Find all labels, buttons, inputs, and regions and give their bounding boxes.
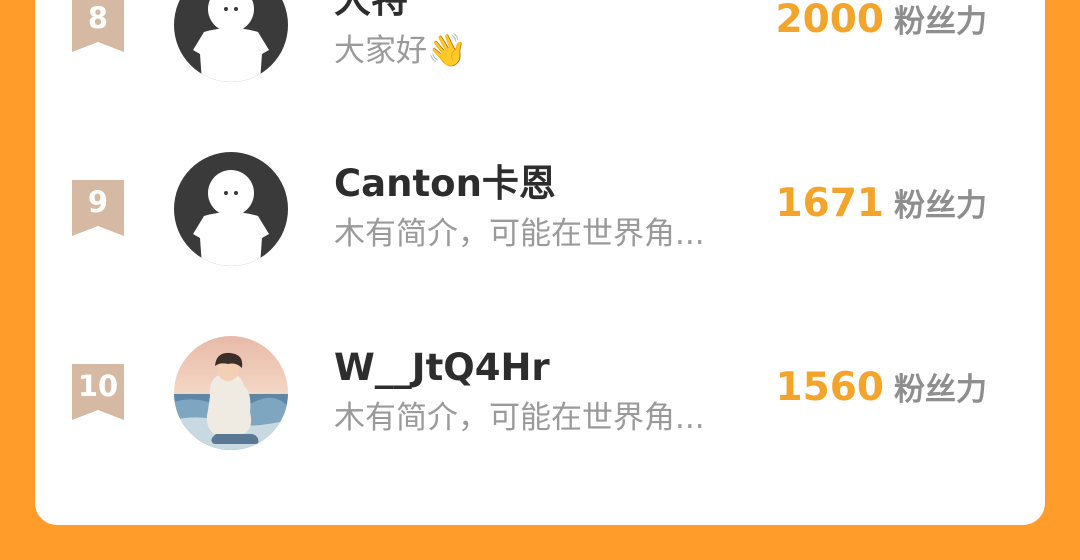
leaderboard-row[interactable]: 9 Canton卡恩 木有简介，可能在世界角... 1671 粉丝力	[35, 144, 1045, 274]
user-bio: 木有简介，可能在世界角...	[334, 400, 705, 436]
score-value: 1560	[775, 365, 884, 410]
rank-number: 8	[87, 1, 109, 35]
user-name[interactable]: Canton卡恩	[334, 160, 556, 208]
rank-number: 10	[77, 369, 119, 403]
user-name[interactable]: W__JtQ4Hr	[334, 344, 550, 392]
leaderboard-row[interactable]: 10 W__JtQ4Hr 木有简介，可能在世界角... 1560 粉丝力	[35, 328, 1045, 458]
leaderboard-row[interactable]: 8 大特 大家好👋 2000 粉丝力	[35, 0, 1045, 90]
score-value: 1671	[775, 181, 884, 226]
score-label: 粉丝力	[894, 372, 987, 408]
rank-badge: 10	[72, 364, 124, 420]
rank-number: 9	[87, 185, 109, 219]
user-photo-icon	[174, 336, 288, 450]
user-bio: 木有简介，可能在世界角...	[334, 216, 705, 252]
default-avatar-icon	[174, 0, 288, 82]
default-avatar-icon	[174, 152, 288, 266]
rank-badge: 9	[72, 180, 124, 236]
score-label: 粉丝力	[894, 188, 987, 224]
fan-score: 2000 粉丝力	[775, 0, 987, 51]
fan-score: 1671 粉丝力	[775, 180, 987, 235]
score-label: 粉丝力	[894, 4, 987, 40]
avatar[interactable]	[174, 152, 288, 266]
fan-score: 1560 粉丝力	[775, 364, 987, 419]
score-value: 2000	[775, 0, 884, 42]
user-name[interactable]: 大特	[334, 0, 408, 24]
avatar[interactable]	[174, 0, 288, 82]
user-bio: 大家好👋	[334, 28, 467, 73]
leaderboard-card: 8 大特 大家好👋 2000 粉丝力 9	[35, 0, 1045, 525]
bio-text: 大家好	[334, 33, 427, 69]
waving-hand-icon: 👋	[427, 31, 467, 69]
rank-badge: 8	[72, 0, 124, 52]
avatar[interactable]	[174, 336, 288, 450]
